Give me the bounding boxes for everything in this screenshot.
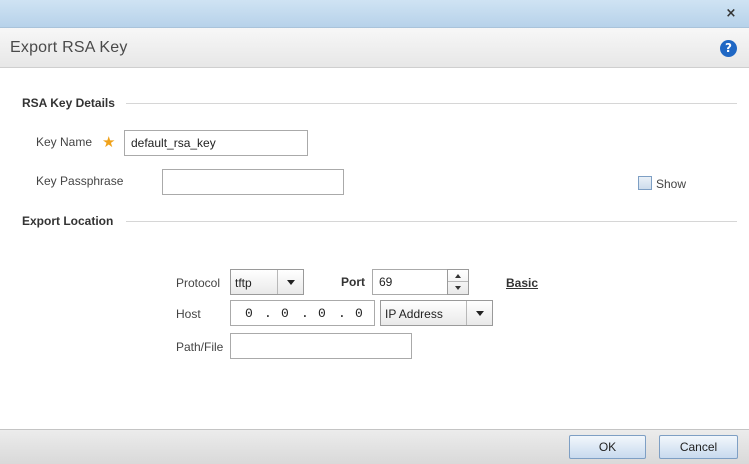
key-passphrase-label: Key Passphrase xyxy=(36,174,124,188)
ip-octet-2: 0 xyxy=(281,306,289,321)
port-label: Port xyxy=(341,275,365,289)
path-file-label: Path/File xyxy=(176,340,224,354)
ip-octet-1: 0 xyxy=(245,306,253,321)
ip-octet-4: 0 xyxy=(355,306,363,321)
dropdown-button xyxy=(277,270,303,294)
key-name-label: Key Name xyxy=(36,135,93,149)
page-title: Export RSA Key xyxy=(10,39,128,56)
dialog-footer: OK Cancel xyxy=(0,429,749,464)
required-star-icon: ★ xyxy=(102,133,116,151)
arrow-up-icon xyxy=(455,274,461,278)
ip-dot: . xyxy=(338,306,346,321)
section-title-rsa-key-details: RSA Key Details xyxy=(22,96,115,110)
port-decrement-button[interactable] xyxy=(448,282,468,294)
key-name-input[interactable]: default_rsa_key xyxy=(124,130,308,156)
close-icon[interactable]: × xyxy=(723,6,739,22)
cancel-button[interactable]: Cancel xyxy=(659,435,738,459)
host-type-select-value: IP Address xyxy=(385,307,443,321)
ok-button[interactable]: OK xyxy=(569,435,646,459)
window-titlebar: × xyxy=(0,0,749,28)
host-label: Host xyxy=(176,307,201,321)
protocol-select-value: tftp xyxy=(235,276,252,290)
port-input[interactable]: 69 xyxy=(372,269,448,295)
arrow-down-icon xyxy=(455,286,461,290)
host-type-select[interactable]: IP Address xyxy=(380,300,493,326)
chevron-down-icon xyxy=(476,311,484,316)
section-divider xyxy=(126,103,737,104)
ip-dot: . xyxy=(301,306,309,321)
path-file-input[interactable] xyxy=(230,333,412,359)
chevron-down-icon xyxy=(287,280,295,285)
key-passphrase-input[interactable] xyxy=(162,169,344,195)
port-increment-button[interactable] xyxy=(448,270,468,282)
section-divider xyxy=(126,221,737,222)
ip-octet-3: 0 xyxy=(318,306,326,321)
show-passphrase-checkbox[interactable] xyxy=(638,176,652,190)
protocol-select[interactable]: tftp xyxy=(230,269,304,295)
dropdown-button xyxy=(466,301,492,325)
help-icon[interactable]: ? xyxy=(720,40,737,57)
dialog-header: Export RSA Key ? xyxy=(0,28,749,68)
show-label: Show xyxy=(656,177,687,191)
ip-dot: . xyxy=(264,306,272,321)
basic-link[interactable]: Basic xyxy=(506,276,538,290)
port-stepper[interactable] xyxy=(447,269,469,295)
section-title-export-location: Export Location xyxy=(22,214,114,228)
host-ip-input[interactable]: 0 . 0 . 0 . 0 xyxy=(230,300,375,326)
protocol-label: Protocol xyxy=(176,276,221,290)
